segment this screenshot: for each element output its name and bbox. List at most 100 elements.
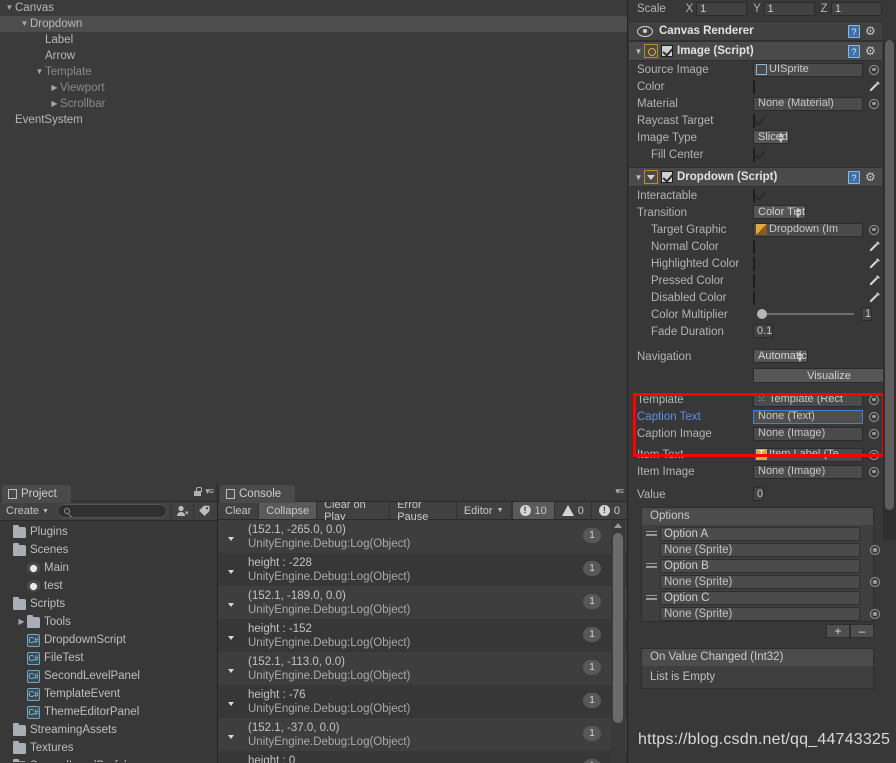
- filter-by-label-button[interactable]: [193, 502, 215, 520]
- chevron-right-icon[interactable]: ▶: [49, 80, 60, 96]
- console-log-row[interactable]: ! height : -152 UnityEngine.Debug:Log(Obje…: [218, 619, 627, 652]
- console-log-row[interactable]: ! (152.1, -189.0, 0.0) UnityEngine.Debug:L…: [218, 586, 627, 619]
- component-header-image[interactable]: ▼ Image (Script) ? ⚙: [629, 41, 882, 61]
- highlighted-color-swatch[interactable]: [753, 256, 755, 271]
- color-multiplier-slider-track[interactable]: [759, 313, 854, 315]
- chevron-right-icon[interactable]: ▶: [16, 613, 27, 631]
- fill-center-checkbox[interactable]: [753, 147, 755, 162]
- gear-icon[interactable]: ⚙: [865, 25, 878, 38]
- console-scrollbar[interactable]: [611, 520, 625, 763]
- disabled-color-swatch[interactable]: [753, 290, 755, 305]
- item-image-field[interactable]: None (Image): [753, 464, 863, 479]
- project-item-dropdownscript[interactable]: C# DropdownScript: [0, 631, 217, 649]
- option-sprite-picker-icon[interactable]: [870, 609, 880, 619]
- scale-x-input[interactable]: 1: [696, 2, 748, 16]
- add-option-button[interactable]: +: [826, 624, 850, 638]
- fade-duration-input[interactable]: 0.1: [753, 324, 774, 338]
- item-image-picker-icon[interactable]: [869, 466, 879, 477]
- project-item-main[interactable]: Main: [0, 559, 217, 577]
- option-sprite-field[interactable]: None (Sprite): [660, 607, 860, 621]
- target-graphic-picker-icon[interactable]: [869, 224, 879, 235]
- hierarchy-item-canvas[interactable]: ▼ Canvas: [0, 0, 627, 16]
- project-item-tools[interactable]: ▶ Tools: [0, 613, 217, 631]
- console-clear-button[interactable]: Clear: [218, 502, 260, 519]
- color-multiplier-input[interactable]: 1: [861, 307, 873, 321]
- eyedropper-icon[interactable]: [868, 80, 881, 93]
- console-badge-error-icon[interactable]: ! 0: [590, 502, 627, 519]
- console-log-row[interactable]: ! (152.1, -113.0, 0.0) UnityEngine.Debug:L…: [218, 652, 627, 685]
- scroll-up-arrow-icon[interactable]: [614, 523, 622, 528]
- console-log-row[interactable]: ! height : -228 UnityEngine.Debug:Log(Obje…: [218, 553, 627, 586]
- color-multiplier-slider-handle[interactable]: [757, 309, 767, 319]
- eyedropper-icon[interactable]: [868, 257, 881, 270]
- component-header-dropdown[interactable]: ▼ Dropdown (Script) ? ⚙: [629, 167, 882, 187]
- hierarchy-item-label[interactable]: ▪Label: [0, 32, 627, 48]
- project-item-plugins[interactable]: Plugins: [0, 523, 217, 541]
- help-icon[interactable]: ?: [848, 171, 860, 184]
- project-search-input[interactable]: [56, 504, 167, 518]
- hierarchy-item-template[interactable]: ▼ Template: [0, 64, 627, 80]
- option-sprite-picker-icon[interactable]: [870, 577, 880, 587]
- drag-handle-icon[interactable]: [646, 594, 658, 602]
- image-type-dropdown[interactable]: Sliced ▲ ▼: [753, 130, 789, 145]
- console-menu-icon[interactable]: ▾≡: [615, 486, 624, 497]
- gear-icon[interactable]: ⚙: [865, 171, 878, 184]
- hierarchy-item-eventsystem[interactable]: ▪EventSystem: [0, 112, 627, 128]
- chevron-down-icon[interactable]: ▼: [34, 64, 45, 80]
- option-text-input[interactable]: Option C: [660, 591, 860, 605]
- project-item-filetest[interactable]: C# FileTest: [0, 649, 217, 667]
- source-image-picker-icon[interactable]: [869, 64, 879, 75]
- console-editor-button[interactable]: Editor ▼: [457, 502, 512, 519]
- tab-project[interactable]: Project: [2, 485, 71, 503]
- help-icon[interactable]: ?: [848, 25, 860, 38]
- foldout-image-icon[interactable]: ▼: [633, 47, 644, 56]
- console-log-row[interactable]: ! height : -76 UnityEngine.Debug:Log(Objec…: [218, 685, 627, 718]
- option-sprite-field[interactable]: None (Sprite): [660, 543, 860, 557]
- inspector-scrollbar[interactable]: [883, 40, 896, 540]
- chevron-down-icon[interactable]: ▼: [19, 16, 30, 32]
- value-input[interactable]: 0: [753, 487, 765, 501]
- raycast-target-checkbox[interactable]: [753, 113, 755, 128]
- normal-color-swatch[interactable]: [753, 239, 755, 254]
- tab-console[interactable]: Console: [220, 485, 296, 503]
- console-log-row[interactable]: ! height : 0UnityEngine.Debug:Log(Object)…: [218, 751, 627, 763]
- eyedropper-icon[interactable]: [868, 240, 881, 253]
- console-error-pause-button[interactable]: Error Pause: [390, 499, 457, 523]
- options-header[interactable]: Options: [642, 508, 873, 525]
- console-badge-warning-icon[interactable]: 0: [553, 502, 591, 519]
- remove-option-button[interactable]: –: [850, 624, 874, 638]
- eyedropper-icon[interactable]: [868, 274, 881, 287]
- project-item-streamingassets[interactable]: StreamingAssets: [0, 721, 217, 739]
- eyedropper-icon[interactable]: [868, 291, 881, 304]
- hierarchy-item-dropdown[interactable]: ▼ Dropdown: [0, 16, 627, 32]
- project-item-test[interactable]: test: [0, 577, 217, 595]
- filter-by-type-button[interactable]: [171, 502, 193, 520]
- create-button[interactable]: Create ▼: [2, 505, 53, 517]
- console-scroll-thumb[interactable]: [613, 533, 623, 723]
- console-collapse-button[interactable]: Collapse: [259, 502, 318, 519]
- gear-icon[interactable]: ⚙: [865, 45, 878, 58]
- chevron-down-icon[interactable]: ▼: [4, 0, 15, 16]
- color-swatch[interactable]: [753, 79, 755, 94]
- project-item-templateevent[interactable]: C# TemplateEvent: [0, 685, 217, 703]
- lock-icon[interactable]: [194, 487, 202, 496]
- option-text-input[interactable]: Option A: [660, 527, 860, 541]
- material-picker-icon[interactable]: [869, 98, 879, 109]
- console-clear-on-play-button[interactable]: Clear on Play: [317, 499, 391, 523]
- drag-handle-icon[interactable]: [646, 530, 658, 538]
- interactable-checkbox[interactable]: [753, 188, 755, 203]
- scale-z-input[interactable]: 1: [830, 2, 882, 16]
- project-item-secondlevelpanel[interactable]: C# SecondLevelPanel: [0, 667, 217, 685]
- visualize-button[interactable]: Visualize: [753, 367, 896, 383]
- hierarchy-item-scrollbar[interactable]: ▶ Scrollbar: [0, 96, 627, 112]
- dropdown-enabled-checkbox[interactable]: [661, 171, 673, 183]
- project-item-secondlevelprefabs[interactable]: ▼ SecondLevelPrefabs: [0, 757, 217, 762]
- inspector-scroll-thumb[interactable]: [885, 40, 894, 510]
- option-sprite-picker-icon[interactable]: [870, 545, 880, 555]
- target-graphic-field[interactable]: Dropdown (Im: [753, 222, 863, 237]
- pressed-color-swatch[interactable]: [753, 273, 755, 288]
- option-sprite-field[interactable]: None (Sprite): [660, 575, 860, 589]
- navigation-dropdown[interactable]: Automatic ▲ ▼: [753, 349, 808, 364]
- help-icon[interactable]: ?: [848, 45, 860, 58]
- material-field[interactable]: None (Material): [753, 96, 863, 111]
